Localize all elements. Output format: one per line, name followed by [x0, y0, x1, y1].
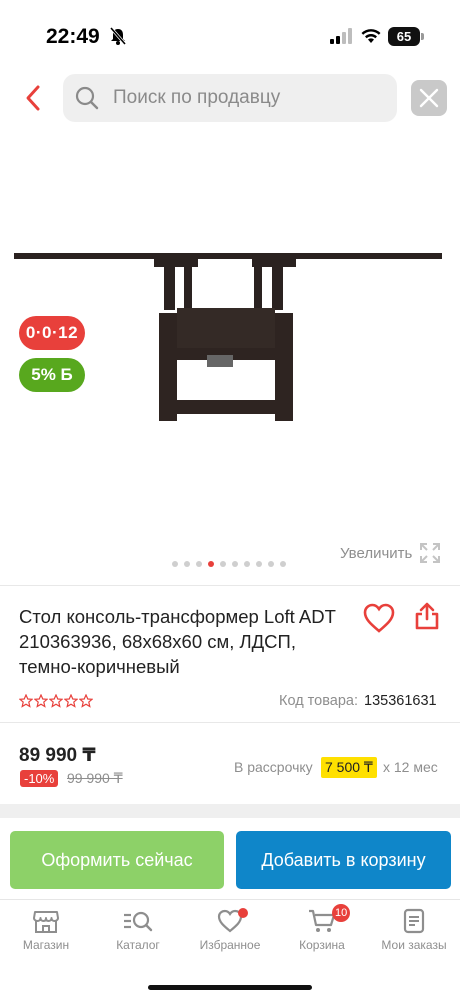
nav-label: Мои заказы [381, 938, 447, 952]
star-icon [79, 694, 93, 708]
star-icon [64, 694, 78, 708]
signal-icon [330, 28, 352, 44]
add-to-cart-button[interactable]: Добавить в корзину [236, 831, 451, 889]
nav-catalog[interactable]: Каталог [92, 908, 184, 952]
rating-stars [19, 694, 93, 708]
product-title: Стол консоль-трансформер Loft ADT 210363… [19, 606, 336, 677]
discount-badge: -10% [20, 770, 59, 787]
gallery-dot[interactable] [280, 561, 286, 567]
nav-label: Корзина [299, 938, 345, 952]
gallery-dot[interactable] [244, 561, 250, 567]
installment-amount[interactable]: 7 500 ₸ [321, 757, 377, 778]
section-separator [0, 804, 460, 818]
favorites-indicator [238, 908, 248, 918]
gallery-dots [172, 561, 286, 567]
old-price: 99 990 ₸ [67, 770, 123, 786]
gallery-dot[interactable] [220, 561, 226, 567]
gallery-dot[interactable] [256, 561, 262, 567]
gallery-dot[interactable] [172, 561, 178, 567]
gallery-dot[interactable] [196, 561, 202, 567]
gallery-dot[interactable] [208, 561, 214, 567]
status-bar: 22:49 65 [0, 0, 460, 70]
nav-orders[interactable]: Мои заказы [368, 908, 460, 952]
close-icon [419, 88, 439, 108]
search-input[interactable]: Поиск по продавцу [63, 74, 397, 122]
order-now-button[interactable]: Оформить сейчас [10, 831, 224, 889]
cart-count-badge: 10 [332, 904, 351, 922]
divider [0, 585, 460, 586]
installment-months[interactable]: x 12 мес [383, 759, 438, 775]
close-button[interactable] [411, 80, 447, 116]
search-icon [75, 86, 99, 110]
gallery-dot[interactable] [268, 561, 274, 567]
nav-label: Каталог [116, 938, 160, 952]
star-icon [19, 694, 33, 708]
price: 89 990 ₸ [19, 745, 96, 766]
gallery-dot[interactable] [184, 561, 190, 567]
nav-shop[interactable]: Магазин [0, 908, 92, 952]
sku-label: Код товара: [279, 693, 358, 709]
favorite-heart-icon[interactable] [362, 602, 396, 634]
gallery-dot[interactable] [232, 561, 238, 567]
nav-label: Избранное [199, 938, 261, 952]
sku-value: 135361631 [364, 693, 437, 709]
battery-indicator: 65 [388, 27, 424, 46]
star-icon [34, 694, 48, 708]
bell-off-icon [109, 27, 127, 45]
back-chevron-icon[interactable] [20, 82, 48, 114]
nav-cart[interactable]: 10 Корзина [276, 904, 368, 952]
bonus-badge: 5% Б [19, 358, 85, 392]
star-icon [49, 694, 63, 708]
expand-icon[interactable] [419, 542, 441, 564]
catalog-search-icon [124, 911, 153, 932]
wifi-icon [361, 29, 381, 43]
bottom-nav: Магазин Каталог Избранное 10 Корзина Мои… [0, 899, 460, 969]
nav-favorites[interactable]: Избранное [184, 908, 276, 952]
status-time: 22:49 [46, 25, 100, 48]
home-indicator [148, 985, 312, 990]
search-row: Поиск по продавцу [0, 72, 460, 124]
divider [0, 722, 460, 723]
share-icon[interactable] [413, 601, 441, 631]
nav-label: Магазин [22, 938, 70, 952]
search-placeholder: Поиск по продавцу [113, 87, 281, 108]
zoom-label[interactable]: Увеличить [340, 545, 412, 562]
shop-icon [33, 911, 59, 933]
orders-icon [403, 908, 425, 934]
timer-badge: 0·0·12 [19, 316, 85, 350]
installment-label[interactable]: В рассрочку [234, 759, 313, 775]
